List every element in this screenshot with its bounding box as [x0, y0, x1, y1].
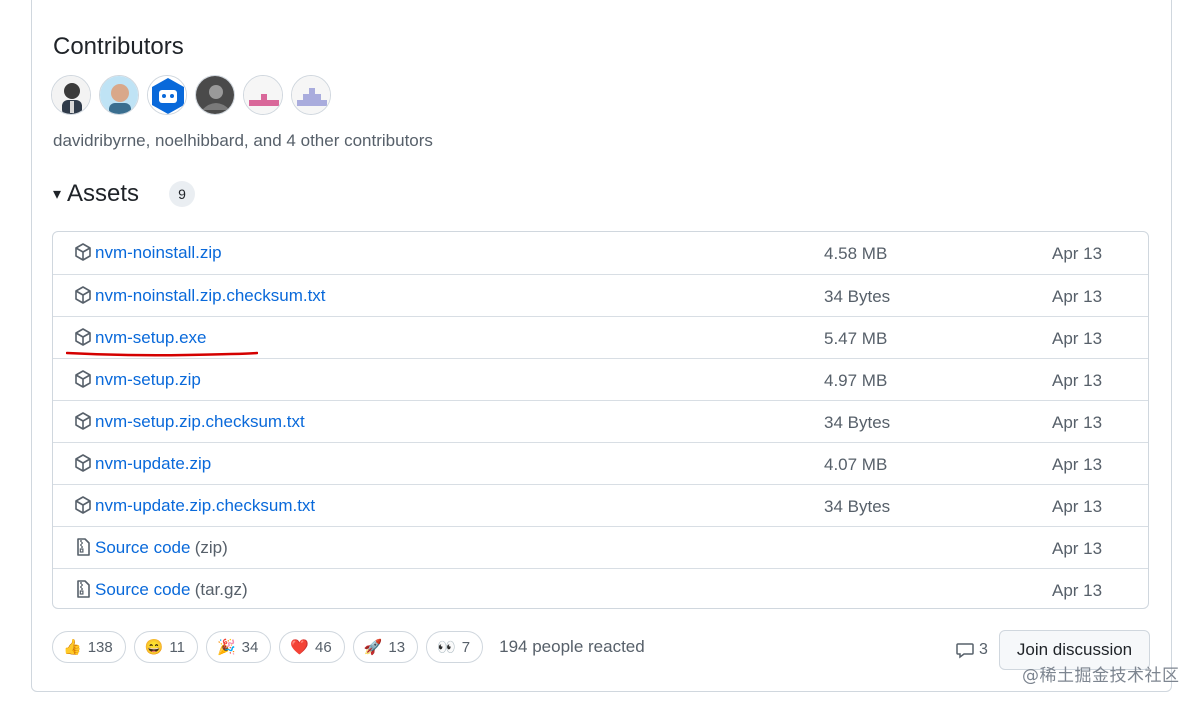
rocket-icon: 🚀	[363, 639, 383, 656]
contributors-summary: davidribyrne, noelhibbard, and 4 other c…	[53, 131, 433, 150]
asset-link[interactable]: nvm-noinstall.zip	[95, 243, 222, 263]
reaction-count: 34	[241, 638, 259, 656]
comment-count-value: 3	[979, 641, 988, 658]
asset-date: Apr 13	[1052, 287, 1103, 306]
reaction-button[interactable]: 👍 138	[52, 631, 126, 663]
laugh-icon: 😄	[144, 639, 164, 656]
package-icon	[73, 495, 93, 515]
asset-date: Apr 13	[1052, 413, 1103, 432]
asset-link[interactable]: Source code	[95, 580, 190, 600]
file-zip-icon	[73, 537, 93, 557]
avatar[interactable]	[99, 75, 139, 115]
reaction-button[interactable]: 🚀 13	[352, 631, 419, 663]
assets-title[interactable]: Assets	[67, 180, 139, 208]
asset-size: 34 Bytes	[824, 287, 891, 306]
comment-count[interactable]: 3	[955, 640, 988, 660]
thumbs-up-icon: 👍	[63, 639, 82, 656]
asset-link[interactable]: nvm-update.zip.checksum.txt	[95, 496, 315, 516]
asset-row: nvm-update.zip 4.07 MB Apr 13	[53, 442, 1148, 484]
package-icon	[73, 285, 93, 305]
asset-size: 34 Bytes	[824, 497, 891, 516]
file-zip-icon	[73, 579, 93, 599]
hooray-icon: 🎉	[216, 639, 236, 656]
red-annotation-underline	[66, 351, 258, 357]
reaction-count: 11	[169, 638, 185, 656]
asset-size: 34 Bytes	[824, 413, 891, 432]
asset-size: 4.07 MB	[824, 455, 888, 474]
asset-link[interactable]: nvm-setup.zip.checksum.txt	[95, 412, 305, 432]
asset-date: Apr 13	[1052, 244, 1103, 263]
package-icon	[73, 411, 93, 431]
reaction-button[interactable]: ❤️ 46	[279, 631, 345, 663]
reaction-count: 46	[315, 638, 332, 656]
asset-link[interactable]: nvm-setup.zip	[95, 370, 201, 390]
reaction-button[interactable]: 👀 7	[426, 631, 484, 663]
package-icon	[73, 369, 93, 389]
asset-date: Apr 13	[1052, 581, 1103, 600]
asset-row: Source code Apr 13 (tar.gz)	[53, 568, 1148, 610]
contributors-avatars	[51, 75, 331, 115]
asset-link[interactable]: nvm-noinstall.zip.checksum.txt	[95, 286, 326, 306]
asset-link-format: (zip)	[190, 538, 228, 557]
asset-link[interactable]: nvm-setup.exe	[95, 328, 207, 348]
eyes-icon: 👀	[437, 639, 456, 656]
reaction-count: 138	[87, 638, 113, 656]
watermark: @稀土掘金技术社区	[1022, 666, 1180, 686]
asset-row: nvm-setup.zip.checksum.txt 34 Bytes Apr 13	[53, 400, 1148, 442]
caret-down-icon[interactable]: ▾	[53, 184, 61, 204]
identicon-avatar[interactable]	[243, 75, 283, 115]
contributors-title: Contributors	[53, 33, 184, 60]
asset-row: nvm-update.zip.checksum.txt 34 Bytes Apr 1…	[53, 484, 1148, 526]
asset-link-format: (tar.gz)	[190, 580, 248, 599]
avatar[interactable]	[195, 75, 235, 115]
identicon-avatar[interactable]	[291, 75, 331, 115]
reactions-summary: 194 people reacted	[499, 637, 645, 656]
asset-date: Apr 13	[1052, 539, 1103, 558]
asset-link[interactable]: Source code	[95, 538, 190, 558]
reactions-bar: 👍 138 😄 11 🎉 34 ❤️ 46 🚀 13 👀 7 194 people reacted	[52, 631, 645, 663]
asset-size: 5.47 MB	[824, 329, 888, 348]
avatar[interactable]	[51, 75, 91, 115]
assets-header[interactable]: ▾ Assets 9	[53, 180, 196, 208]
asset-link[interactable]: nvm-update.zip	[95, 454, 211, 474]
asset-row: nvm-noinstall.zip.checksum.txt 34 Bytes Ap…	[53, 274, 1148, 316]
asset-size: 4.58 MB	[824, 244, 888, 263]
asset-size: 4.97 MB	[824, 371, 888, 390]
asset-date: Apr 13	[1052, 497, 1103, 516]
asset-row: nvm-setup.zip 4.97 MB Apr 13	[53, 358, 1148, 400]
comment-icon	[956, 643, 974, 659]
package-icon	[73, 453, 93, 473]
assets-table: nvm-noinstall.zip 4.58 MB Apr 13 nvm-noinst…	[52, 231, 1149, 609]
reaction-count: 13	[388, 638, 406, 656]
package-icon	[73, 242, 93, 262]
package-icon	[73, 327, 93, 347]
reaction-button[interactable]: 😄 11	[133, 631, 198, 663]
asset-row: Source code Apr 13 (zip)	[53, 526, 1148, 568]
asset-row: nvm-noinstall.zip 4.58 MB Apr 13	[53, 232, 1148, 274]
assets-count-badge: 9	[169, 181, 196, 207]
reaction-count: 7	[461, 638, 471, 656]
asset-date: Apr 13	[1052, 329, 1103, 348]
bot-avatar[interactable]	[147, 75, 187, 115]
asset-date: Apr 13	[1052, 371, 1103, 390]
asset-date: Apr 13	[1052, 455, 1103, 474]
heart-icon: ❤️	[290, 639, 310, 656]
reaction-button[interactable]: 🎉 34	[205, 631, 272, 663]
